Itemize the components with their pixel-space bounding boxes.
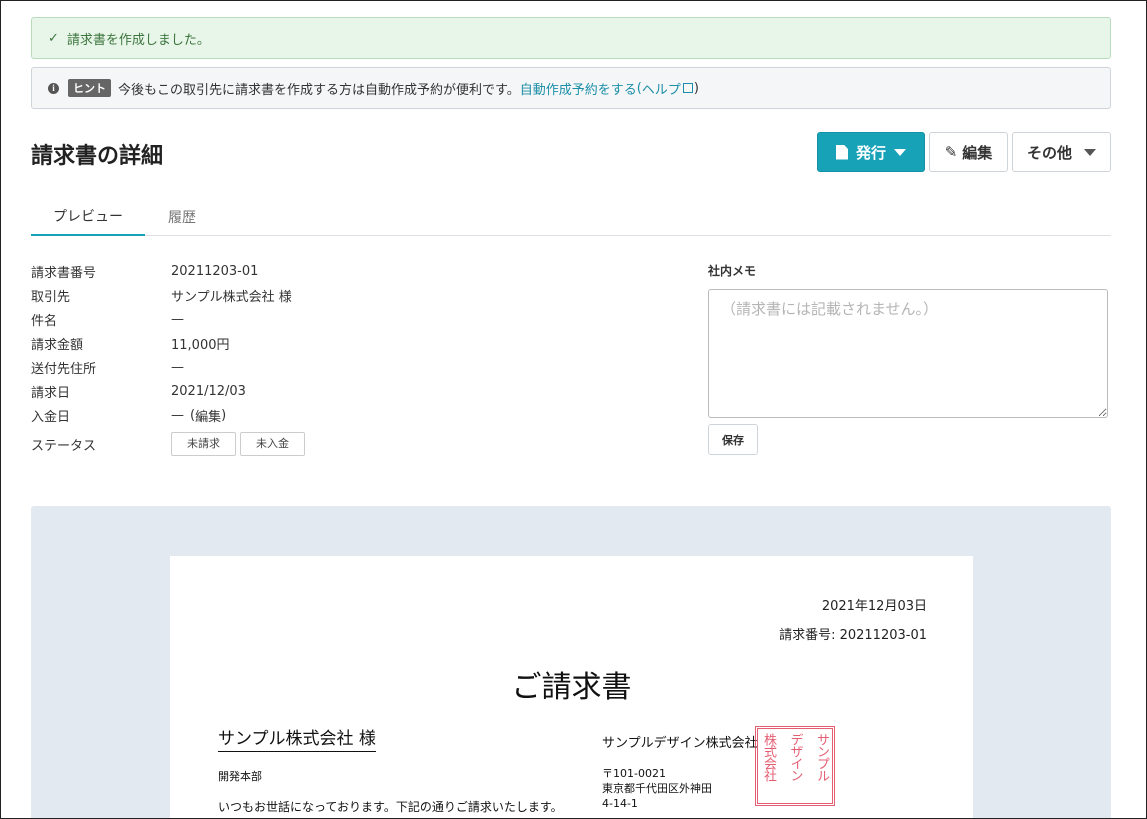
more-button-label: その他 [1026, 143, 1072, 162]
stamp-text-3: 株式会社 [761, 733, 776, 781]
external-link-icon[interactable] [682, 83, 693, 93]
hint-alert: i ヒント 今後もこの取引先に請求書を作成する方は自動作成予約が便利です。 自動… [31, 67, 1111, 109]
stamp-text-2: デザイン [787, 733, 803, 781]
issuer-company: サンプルデザイン株式会社 [602, 736, 758, 751]
company-seal-stamp: サンプル デザイン 株式会社 [755, 726, 835, 806]
invoice-greeting: いつもお世話になっております。下記の通りご請求いたします。 [218, 800, 563, 814]
tab-bar: プレビュー 履歴 [31, 197, 1111, 236]
edit-button-label: 編集 [962, 143, 993, 162]
save-button[interactable]: 保存 [708, 424, 758, 455]
subject-value: — [171, 311, 184, 327]
paid-date-label: 入金日 [31, 409, 71, 425]
page-title: 請求書の詳細 [31, 144, 164, 169]
help-paren-close: ) [693, 80, 699, 96]
client-label: 取引先 [31, 289, 71, 305]
check-icon: ✓ [48, 30, 59, 46]
detail-row-amount: 請求金額 11,000円 [31, 333, 230, 353]
pencil-icon: ✎ [944, 143, 958, 161]
status-badge-unpaid[interactable]: 未入金 [240, 432, 305, 456]
detail-row-client: 取引先 サンプル株式会社 様 [31, 285, 292, 305]
amount-value: 11,000円 [171, 337, 230, 353]
status-badge-unbilled[interactable]: 未請求 [171, 432, 236, 456]
issue-button[interactable]: 発行 [817, 132, 925, 172]
issuer-address: 〒101-0021 東京都千代田区外神田 4-14-1 [602, 766, 712, 811]
memo-textarea[interactable] [708, 289, 1108, 418]
detail-row-paid-date: 入金日 — ( 編集 ) [31, 405, 226, 425]
client-link[interactable]: サンプル株式会社 様 [171, 286, 292, 305]
detail-row-bill-date: 請求日 2021/12/03 [31, 381, 246, 401]
more-button[interactable]: その他 [1012, 132, 1111, 172]
paid-date-value: — [171, 407, 184, 423]
invoice-department: 開発本部 [218, 770, 262, 783]
invoice-paper: 2021年12月03日 請求番号: 20211203-01 ご請求書 サンプル株… [170, 556, 973, 818]
issuer-address-line2: 4-14-1 [602, 797, 638, 810]
success-message: 請求書を作成しました。 [66, 32, 210, 48]
issuer-postal: 〒101-0021 [602, 767, 666, 780]
memo-label: 社内メモ [708, 264, 757, 278]
app-window: ✓ 請求書を作成しました。 i ヒント 今後もこの取引先に請求書を作成する方は自… [0, 0, 1147, 819]
bill-date-value: 2021/12/03 [171, 383, 246, 399]
auto-schedule-link[interactable]: 自動作成予約をする [520, 79, 637, 98]
detail-row-invoice-no: 請求書番号 20211203-01 [31, 261, 258, 281]
info-icon: i [48, 82, 59, 94]
success-alert: ✓ 請求書を作成しました。 [31, 17, 1111, 59]
issuer-address-line1: 東京都千代田区外神田 [602, 782, 712, 795]
hint-text: 今後もこの取引先に請求書を作成する方は自動作成予約が便利です。 [118, 82, 520, 98]
help-link[interactable]: ヘルプ [642, 79, 681, 98]
invoice-date: 2021年12月03日 [821, 599, 927, 614]
issue-button-label: 発行 [855, 143, 886, 162]
edit-button[interactable]: ✎ 編集 [929, 132, 1008, 172]
amount-label: 請求金額 [31, 337, 84, 353]
detail-row-subject: 件名 — [31, 309, 184, 329]
chevron-down-icon [1084, 148, 1096, 156]
chevron-down-icon [894, 148, 906, 156]
document-icon [835, 144, 848, 160]
tab-preview[interactable]: プレビュー [31, 197, 145, 236]
address-value: — [171, 359, 184, 375]
invoice-no-label: 請求書番号 [31, 265, 97, 281]
detail-row-address: 送付先住所 — [31, 357, 184, 377]
tab-history[interactable]: 履歴 [145, 197, 219, 236]
paid-edit-paren-close: ) [221, 407, 227, 423]
paid-date-edit-link[interactable]: 編集 [195, 406, 221, 425]
address-label: 送付先住所 [31, 361, 97, 377]
invoice-client: サンプル株式会社 様 [218, 724, 376, 752]
detail-row-status: ステータス 未請求 未入金 [31, 431, 309, 457]
invoice-number: 請求番号: 20211203-01 [779, 628, 927, 643]
subject-label: 件名 [31, 313, 58, 329]
status-label: ステータス [31, 438, 97, 454]
invoice-no-value: 20211203-01 [171, 263, 259, 279]
stamp-text-1: サンプル [814, 733, 829, 781]
hint-badge: ヒント [68, 79, 111, 97]
bill-date-label: 請求日 [31, 385, 71, 401]
invoice-title: ご請求書 [511, 670, 632, 705]
